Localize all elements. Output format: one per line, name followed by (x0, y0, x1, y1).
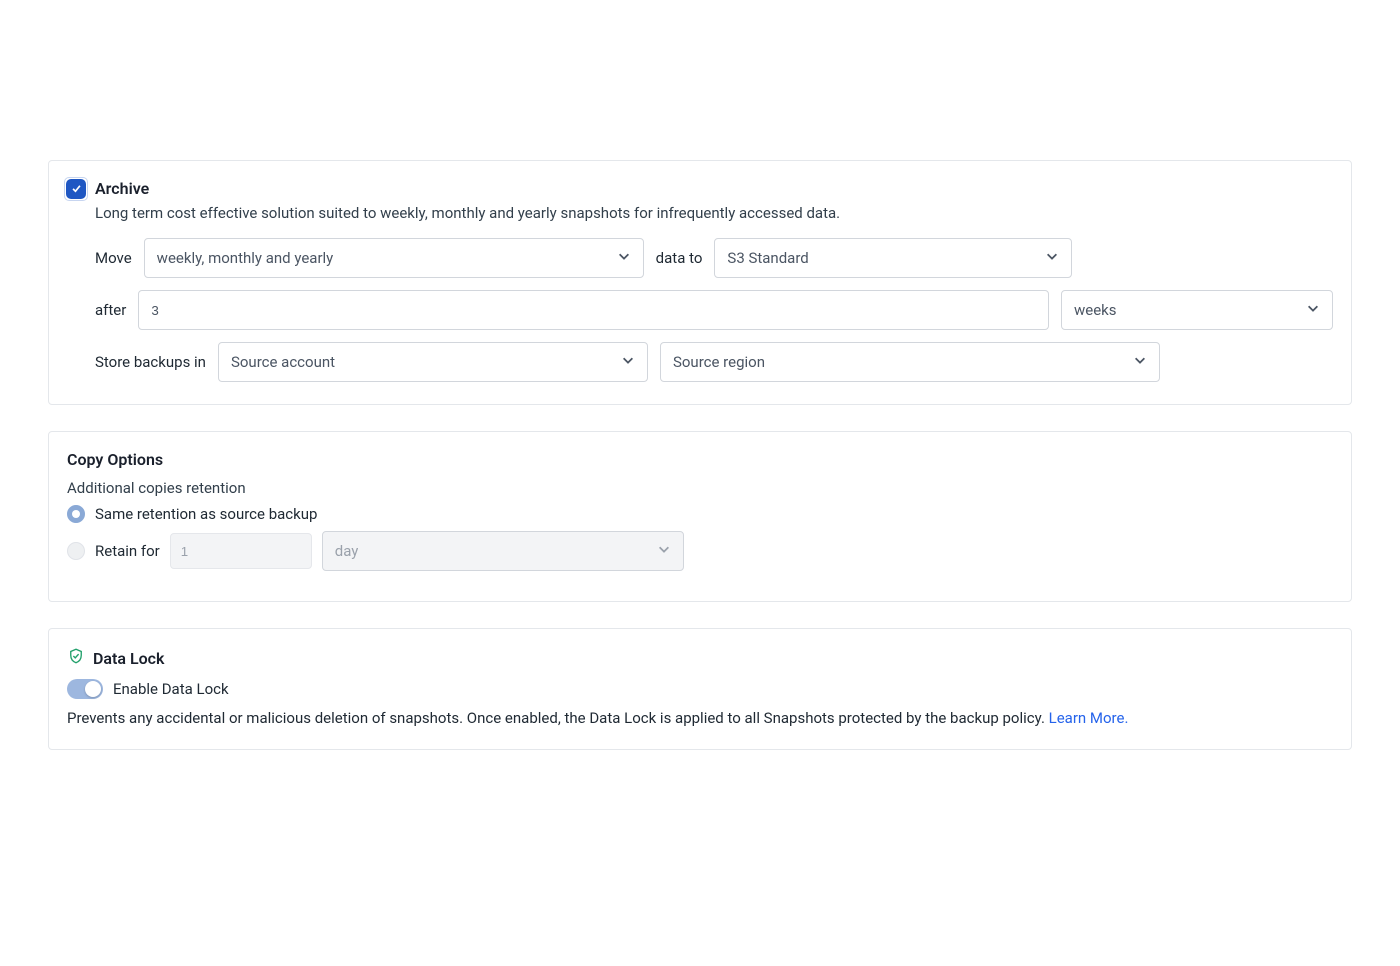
data-lock-toggle[interactable] (67, 679, 103, 699)
after-label: after (95, 301, 126, 319)
after-value-input[interactable] (138, 290, 1049, 330)
shield-icon (67, 647, 85, 669)
store-region-value: Source region (673, 353, 765, 371)
learn-more-link[interactable]: Learn More. (1049, 709, 1129, 727)
move-label: Move (95, 249, 132, 267)
retention-same-label: Same retention as source backup (95, 505, 317, 523)
after-unit-value: weeks (1074, 301, 1117, 319)
chevron-down-icon (1045, 249, 1059, 267)
chevron-down-icon (657, 542, 671, 560)
retention-same-radio[interactable] (67, 505, 85, 523)
storage-target-select[interactable]: S3 Standard (714, 238, 1072, 278)
move-schedule-value: weekly, monthly and yearly (157, 249, 334, 267)
retention-custom-label: Retain for (95, 542, 160, 560)
chevron-down-icon (1133, 353, 1147, 371)
chevron-down-icon (621, 353, 635, 371)
retain-value-input (170, 533, 312, 569)
storage-target-value: S3 Standard (727, 249, 808, 267)
data-to-label: data to (656, 249, 703, 267)
archive-description: Long term cost effective solution suited… (95, 204, 1333, 222)
data-lock-description: Prevents any accidental or malicious del… (67, 709, 1333, 727)
move-schedule-select[interactable]: weekly, monthly and yearly (144, 238, 644, 278)
archive-title: Archive (95, 179, 149, 198)
copy-options-panel: Copy Options Additional copies retention… (48, 431, 1352, 602)
data-lock-panel: Data Lock Enable Data Lock Prevents any … (48, 628, 1352, 750)
store-in-label: Store backups in (95, 353, 206, 371)
store-region-select[interactable]: Source region (660, 342, 1160, 382)
data-lock-title: Data Lock (93, 649, 164, 668)
archive-checkbox[interactable] (67, 180, 85, 198)
retain-unit-select: day (322, 531, 684, 571)
retain-unit-value: day (335, 542, 359, 560)
copy-options-title: Copy Options (67, 450, 1333, 469)
store-account-select[interactable]: Source account (218, 342, 648, 382)
retention-custom-radio[interactable] (67, 542, 85, 560)
data-lock-enable-label: Enable Data Lock (113, 680, 229, 698)
copy-options-subheader: Additional copies retention (67, 479, 1333, 497)
after-unit-select[interactable]: weeks (1061, 290, 1333, 330)
data-lock-description-text: Prevents any accidental or malicious del… (67, 709, 1049, 727)
store-account-value: Source account (231, 353, 335, 371)
chevron-down-icon (1306, 301, 1320, 319)
archive-panel: Archive Long term cost effective solutio… (48, 160, 1352, 405)
chevron-down-icon (617, 249, 631, 267)
